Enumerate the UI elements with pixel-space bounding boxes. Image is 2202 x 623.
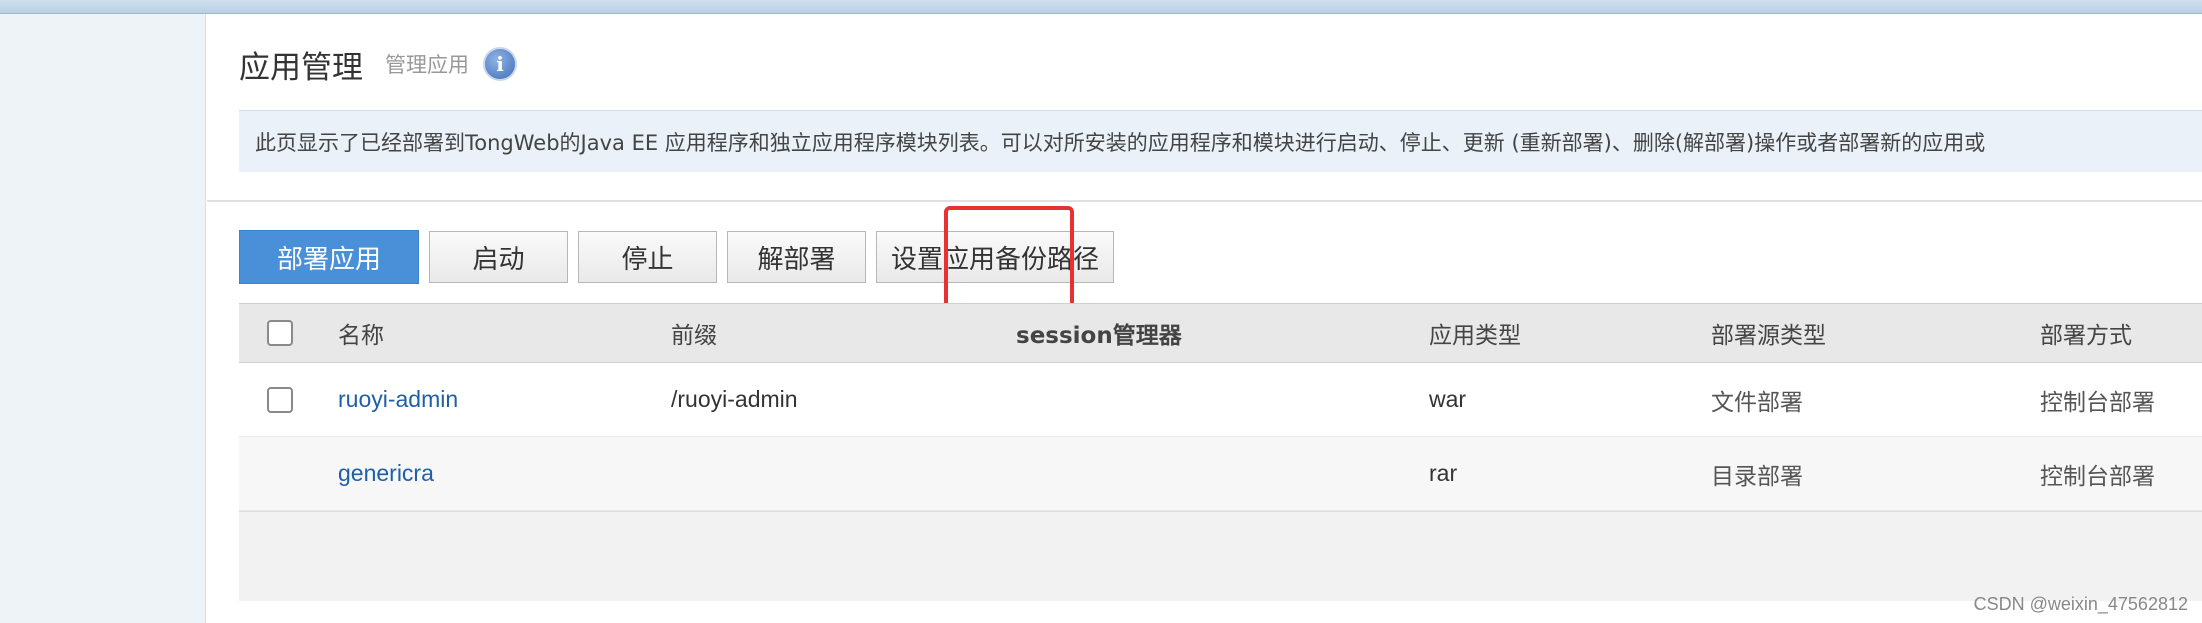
table-row: genericra rar 目录部署 控制台部署 bbox=[239, 437, 2202, 511]
info-icon[interactable]: i bbox=[483, 47, 517, 81]
main-content: 应用管理 管理应用 i 此页显示了已经部署到TongWeb的Java EE 应用… bbox=[207, 14, 2202, 623]
app-method: 控制台部署 bbox=[2040, 389, 2155, 416]
start-button[interactable]: 启动 bbox=[429, 231, 568, 283]
column-header-session[interactable]: session管理器 bbox=[1016, 304, 1182, 362]
table-header: 名称 前缀 session管理器 应用类型 部署源类型 部署方式 bbox=[239, 303, 2202, 363]
select-all-cell bbox=[267, 304, 293, 362]
divider bbox=[207, 200, 2202, 202]
undeploy-button[interactable]: 解部署 bbox=[727, 231, 866, 283]
table-row: ruoyi-admin /ruoyi-admin war 文件部署 控制台部署 bbox=[239, 363, 2202, 437]
app-name-link[interactable]: ruoyi-admin bbox=[338, 363, 458, 436]
column-header-type[interactable]: 应用类型 bbox=[1429, 304, 1521, 362]
deploy-button[interactable]: 部署应用 bbox=[239, 230, 419, 284]
row-checkbox[interactable] bbox=[267, 386, 293, 413]
app-source: 目录部署 bbox=[1711, 463, 1803, 490]
app-prefix: /ruoyi-admin bbox=[671, 386, 798, 412]
sidebar bbox=[0, 14, 206, 623]
select-all-checkbox[interactable] bbox=[267, 320, 293, 346]
page-description: 此页显示了已经部署到TongWeb的Java EE 应用程序和独立应用程序模块列… bbox=[239, 110, 2202, 172]
top-banner bbox=[0, 0, 2202, 14]
watermark: CSDN @weixin_47562812 bbox=[1973, 594, 2188, 614]
page-subtitle: 管理应用 bbox=[385, 53, 469, 77]
column-header-prefix[interactable]: 前缀 bbox=[671, 304, 717, 362]
app-type: war bbox=[1429, 386, 1467, 412]
row-select-cell bbox=[267, 363, 293, 436]
app-source: 文件部署 bbox=[1711, 389, 1803, 416]
table-empty-area bbox=[239, 511, 2202, 601]
page-title: 应用管理 bbox=[239, 49, 363, 86]
app-method: 控制台部署 bbox=[2040, 463, 2155, 490]
stop-button[interactable]: 停止 bbox=[578, 231, 717, 283]
column-header-method[interactable]: 部署方式 bbox=[2040, 304, 2132, 362]
app-name-link[interactable]: genericra bbox=[338, 437, 434, 510]
applications-table: 名称 前缀 session管理器 应用类型 部署源类型 部署方式 ruoyi-a… bbox=[239, 303, 2202, 601]
column-header-name[interactable]: 名称 bbox=[338, 304, 384, 362]
column-header-source[interactable]: 部署源类型 bbox=[1711, 304, 1826, 362]
app-type: rar bbox=[1429, 460, 1458, 486]
title-row: 应用管理 管理应用 i bbox=[239, 44, 517, 86]
